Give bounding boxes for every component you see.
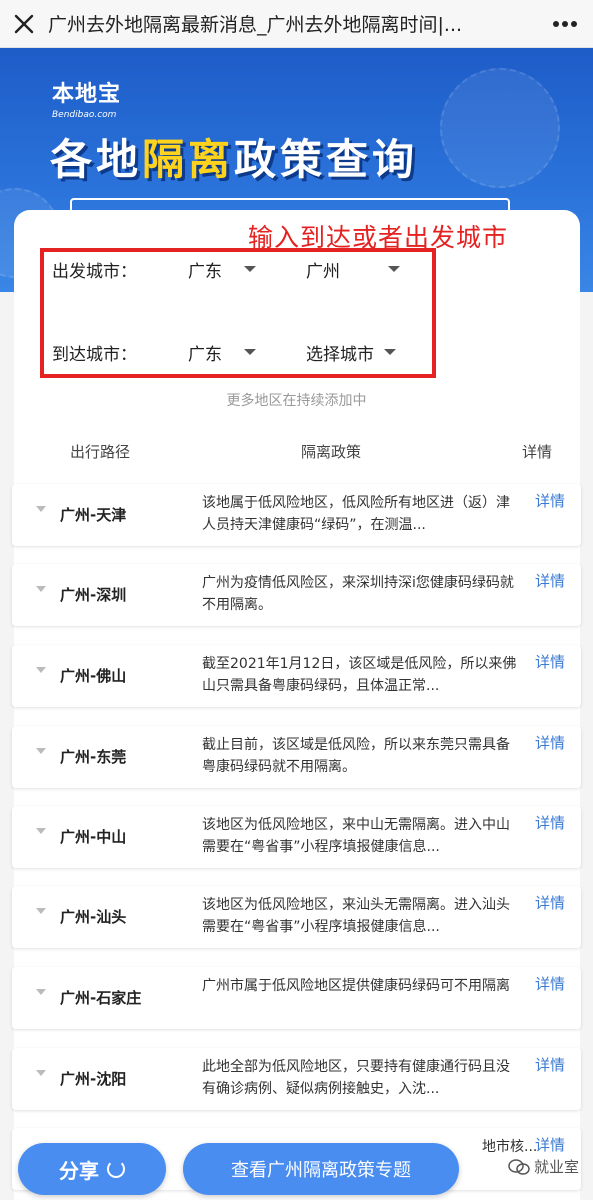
route-name: 广州-佛山 bbox=[60, 667, 127, 685]
logo-domain: Bendibao.com bbox=[52, 110, 117, 120]
route-name: 广州-中山 bbox=[60, 828, 127, 846]
more-options-icon[interactable] bbox=[537, 0, 593, 48]
virus-decoration-icon bbox=[440, 68, 560, 188]
route-name: 广州-汕头 bbox=[60, 908, 127, 926]
table-row[interactable]: 广州-沈阳 此地全部为低风险地区，只要持有健康通行码且没有确诊病例、疑似病例接触… bbox=[12, 1048, 581, 1110]
table-row[interactable]: 广州-中山 该地区为低风险地区，来中山无需隔离。进入中山需要在“粤省事”小程序填… bbox=[12, 806, 581, 868]
table-row[interactable]: 广州-石家庄 广州市属于低风险地区提供健康码绿码可不用隔离 详情 bbox=[12, 967, 581, 1029]
route-name: 广州-石家庄 bbox=[60, 989, 142, 1007]
table-row[interactable]: 广州-佛山 截至2021年1月12日，该区域是低风险，所以来佛山只需具备粤康码绿… bbox=[12, 645, 581, 707]
more-regions-note: 更多地区在持续添加中 bbox=[226, 393, 367, 409]
policy-text: 截至2021年1月12日，该区域是低风险，所以来佛山只需具备粤康码绿码，且体温正… bbox=[202, 656, 517, 694]
detail-link[interactable]: 详情 bbox=[535, 570, 565, 591]
detail-link[interactable]: 详情 bbox=[535, 892, 565, 913]
detail-link[interactable]: 详情 bbox=[535, 732, 565, 753]
depart-city-select[interactable]: 广州 bbox=[306, 257, 400, 282]
column-header-policy: 隔离政策 bbox=[301, 443, 362, 461]
top-bar: 广州去外地隔离最新消息_广州去外地隔离时间|... bbox=[0, 0, 593, 48]
expand-icon[interactable] bbox=[36, 1070, 46, 1076]
arrive-province-select[interactable]: 广东 bbox=[188, 340, 306, 365]
policy-text: 该地区为低风险地区，来中山无需隔离。进入中山需要在“粤省事”小程序填报健康信息.… bbox=[202, 817, 510, 855]
chevron-down-icon bbox=[384, 349, 396, 355]
share-icon bbox=[107, 1160, 125, 1178]
expand-icon[interactable] bbox=[36, 667, 46, 673]
close-icon[interactable] bbox=[0, 0, 48, 48]
watermark: 就业室 bbox=[508, 1156, 579, 1177]
detail-link[interactable]: 详情 bbox=[535, 651, 565, 672]
share-button[interactable]: 分享 bbox=[18, 1143, 166, 1195]
route-name: 广州-东莞 bbox=[60, 748, 127, 766]
route-name: 广州-天津 bbox=[60, 506, 127, 524]
expand-icon[interactable] bbox=[36, 506, 46, 512]
arrive-label: 到达城市： bbox=[52, 344, 137, 365]
route-name: 广州-沈阳 bbox=[60, 1070, 127, 1088]
chevron-down-icon bbox=[244, 266, 256, 272]
policy-text: 地市核... bbox=[482, 1139, 538, 1155]
banner-headline: 各地隔离政策查询 bbox=[50, 135, 419, 184]
share-label: 分享 bbox=[59, 1158, 99, 1183]
policy-text: 该地属于低风险地区，低风险所有地区进（返）津人员持天津健康码“绿码”，在测温..… bbox=[202, 495, 510, 533]
table-header: 出行路径 隔离政策 详情 bbox=[0, 438, 593, 466]
page-title: 广州去外地隔离最新消息_广州去外地隔离时间|... bbox=[48, 14, 463, 36]
detail-link[interactable]: 详情 bbox=[535, 1054, 565, 1075]
chevron-down-icon bbox=[244, 349, 256, 355]
logo-text: 本地宝 bbox=[52, 82, 122, 107]
depart-city-row: 出发城市： 广东 广州 bbox=[52, 254, 400, 284]
table-row[interactable]: 广州-东莞 截止目前，该区域是低风险，所以来东莞只需具备粤康码绿码就不用隔离。 … bbox=[12, 726, 581, 788]
watermark-text: 就业室 bbox=[534, 1158, 580, 1176]
depart-label: 出发城市： bbox=[52, 261, 137, 282]
expand-icon[interactable] bbox=[36, 828, 46, 834]
expand-icon[interactable] bbox=[36, 586, 46, 592]
policy-text: 广州市属于低风险地区提供健康码绿码可不用隔离 bbox=[202, 978, 510, 994]
column-header-detail: 详情 bbox=[522, 443, 553, 461]
arrive-city-select[interactable]: 选择城市 bbox=[306, 340, 396, 365]
arrive-city-row: 到达城市： 广东 选择城市 bbox=[52, 337, 396, 367]
column-header-route: 出行路径 bbox=[70, 443, 131, 461]
chevron-down-icon bbox=[388, 266, 400, 272]
detail-link[interactable]: 详情 bbox=[535, 812, 565, 833]
depart-province-select[interactable]: 广东 bbox=[188, 257, 306, 282]
policy-text: 此地全部为低风险地区，只要持有健康通行码且没有确诊病例、疑似病例接触史，入沈..… bbox=[202, 1059, 510, 1097]
detail-link[interactable]: 详情 bbox=[535, 490, 565, 511]
expand-icon[interactable] bbox=[36, 748, 46, 754]
headline-highlight: 隔离 bbox=[142, 135, 235, 184]
table-row[interactable]: 广州-天津 该地属于低风险地区，低风险所有地区进（返）津人员持天津健康码“绿码”… bbox=[12, 484, 581, 546]
wechat-icon bbox=[508, 1158, 530, 1175]
table-row[interactable]: 广州-深圳 广州为疫情低风险区，来深圳持深i您健康码绿码就不用隔离。 详情 bbox=[12, 564, 581, 626]
bendibao-logo: 本地宝 Bendibao.com bbox=[52, 76, 121, 120]
expand-icon[interactable] bbox=[36, 908, 46, 914]
policy-text: 该地区为低风险地区，来汕头无需隔离。进入汕头需要在“粤省事”小程序填报健康信息.… bbox=[202, 897, 510, 935]
expand-icon[interactable] bbox=[36, 989, 46, 995]
route-name: 广州-深圳 bbox=[60, 586, 127, 604]
detail-link[interactable]: 详情 bbox=[535, 973, 565, 994]
view-topic-button[interactable]: 查看广州隔离政策专题 bbox=[183, 1143, 459, 1195]
policy-text: 截止目前，该区域是低风险，所以来东莞只需具备粤康码绿码就不用隔离。 bbox=[202, 737, 510, 775]
detail-link[interactable]: 详情 bbox=[535, 1134, 565, 1155]
policy-text: 广州为疫情低风险区，来深圳持深i您健康码绿码就不用隔离。 bbox=[202, 575, 514, 613]
table-row[interactable]: 广州-汕头 该地区为低风险地区，来汕头无需隔离。进入汕头需要在“粤省事”小程序填… bbox=[12, 886, 581, 948]
